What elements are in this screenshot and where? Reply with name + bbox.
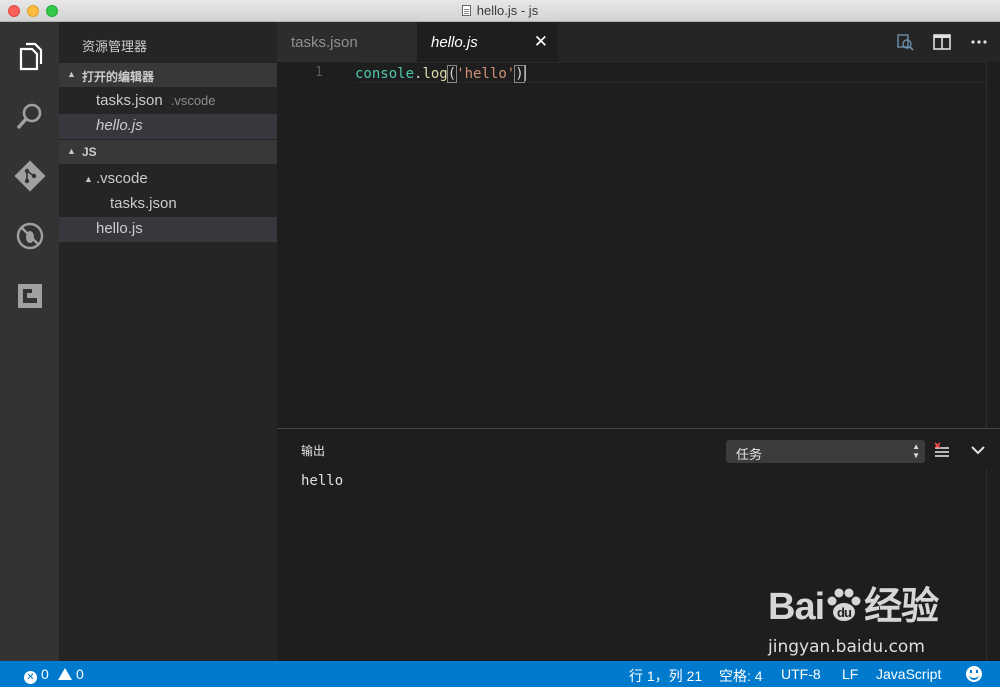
chevron-down-icon[interactable]: [969, 441, 987, 459]
chevron-down-icon: ▲: [84, 174, 93, 184]
code-token-method: log: [422, 66, 448, 82]
clear-output-icon[interactable]: [933, 442, 951, 460]
output-text: hello: [301, 473, 344, 489]
open-changes-icon[interactable]: [895, 32, 915, 52]
code-token-string: 'hello': [456, 66, 516, 82]
extensions-icon[interactable]: [14, 280, 46, 312]
tab-tasks-json[interactable]: tasks.json: [277, 22, 417, 62]
tree-item-label: .vscode: [96, 170, 148, 187]
code-editor[interactable]: 1 console.log('hello'): [277, 62, 1000, 428]
window-title: hello.js - js: [476, 3, 539, 18]
tree-folder-vscode[interactable]: ▲ .vscode: [59, 167, 277, 192]
open-editor-item-hello-js[interactable]: hello.js: [59, 114, 277, 139]
editor-scrollbar[interactable]: [986, 62, 1000, 428]
panel-title: 输出: [301, 444, 326, 458]
error-count: 0: [41, 666, 49, 682]
open-editor-item-tasks-json[interactable]: tasks.json .vscode: [59, 89, 277, 114]
text-cursor: [523, 65, 526, 81]
split-editor-icon[interactable]: [932, 32, 952, 52]
tab-label: hello.js: [431, 34, 478, 51]
indentation[interactable]: 空格: 4: [719, 666, 763, 686]
git-icon[interactable]: [14, 160, 46, 192]
encoding[interactable]: UTF-8: [781, 666, 821, 682]
folder-js-label: JS: [82, 145, 97, 159]
more-actions-icon[interactable]: [969, 32, 989, 52]
watermark-url: jingyan.baidu.com: [768, 637, 925, 657]
watermark-brand-prefix: Bai: [768, 586, 825, 628]
search-icon[interactable]: [14, 100, 46, 132]
chevron-down-icon: ▲: [67, 69, 76, 79]
line-number: 1: [315, 65, 323, 80]
tab-hello-js[interactable]: hello.js ✕: [417, 22, 558, 62]
feedback-smiley-icon[interactable]: [966, 666, 982, 683]
explorer-sidebar: 资源管理器 ▲ 打开的编辑器 tasks.json .vscode hello.j…: [59, 22, 277, 661]
code-token-object: console: [355, 66, 415, 82]
error-icon: ✕: [24, 671, 37, 684]
select-arrows-icon: ▲ ▼: [912, 442, 920, 460]
paw-icon: du: [827, 588, 861, 621]
open-editor-item-label: tasks.json: [96, 92, 163, 109]
window-title-wrap: hello.js - js: [0, 3, 1000, 18]
watermark-brand-tail: du: [837, 605, 852, 620]
status-bar: ✕ 0 0 行 1，列 21 空格: 4 UTF-8 LF JavaScript: [0, 661, 1000, 687]
baidu-watermark: Bai du 经验 jingyan.baidu.com: [768, 575, 990, 665]
document-icon: [461, 5, 471, 16]
warning-icon: [58, 668, 72, 680]
open-editors-label: 打开的编辑器: [82, 70, 155, 84]
close-tab-icon[interactable]: ✕: [534, 32, 548, 52]
tree-item-label: tasks.json: [110, 195, 177, 212]
editor-tabs: tasks.json hello.js ✕: [277, 22, 1000, 62]
code-line[interactable]: console.log('hello'): [355, 65, 526, 83]
debug-icon[interactable]: [14, 220, 46, 252]
explorer-icon[interactable]: [14, 40, 46, 72]
smiley-icon: [966, 666, 982, 682]
tree-file-tasks-json[interactable]: tasks.json: [59, 192, 277, 217]
activity-bar: [0, 22, 59, 661]
tab-label: tasks.json: [291, 34, 358, 51]
folder-js-header[interactable]: ▲ JS: [59, 140, 277, 164]
code-token-open-paren: (: [446, 65, 458, 83]
tree-file-hello-js[interactable]: hello.js: [59, 217, 277, 242]
problems-indicator[interactable]: ✕ 0: [24, 666, 49, 684]
chevron-down-icon: ▲: [67, 146, 76, 156]
sidebar-title: 资源管理器: [82, 39, 148, 54]
watermark-brand: Bai du 经验: [768, 575, 939, 630]
code-token-close-paren: ): [514, 65, 525, 83]
warning-count: 0: [76, 666, 84, 682]
end-of-line[interactable]: LF: [842, 666, 858, 682]
language-mode[interactable]: JavaScript: [876, 666, 941, 682]
window-titlebar: hello.js - js: [0, 0, 1000, 22]
open-editor-item-description: .vscode: [170, 93, 216, 108]
output-channel-value: 任务: [736, 447, 763, 462]
open-editors-header[interactable]: ▲ 打开的编辑器: [59, 63, 277, 87]
watermark-brand-cn: 经验: [864, 586, 939, 628]
output-channel-select[interactable]: 任务 ▲ ▼: [726, 440, 925, 463]
open-editor-item-label: hello.js: [96, 117, 143, 134]
tree-item-label: hello.js: [96, 220, 143, 237]
cursor-position[interactable]: 行 1，列 21: [629, 666, 702, 686]
warnings-indicator[interactable]: 0: [58, 666, 84, 682]
